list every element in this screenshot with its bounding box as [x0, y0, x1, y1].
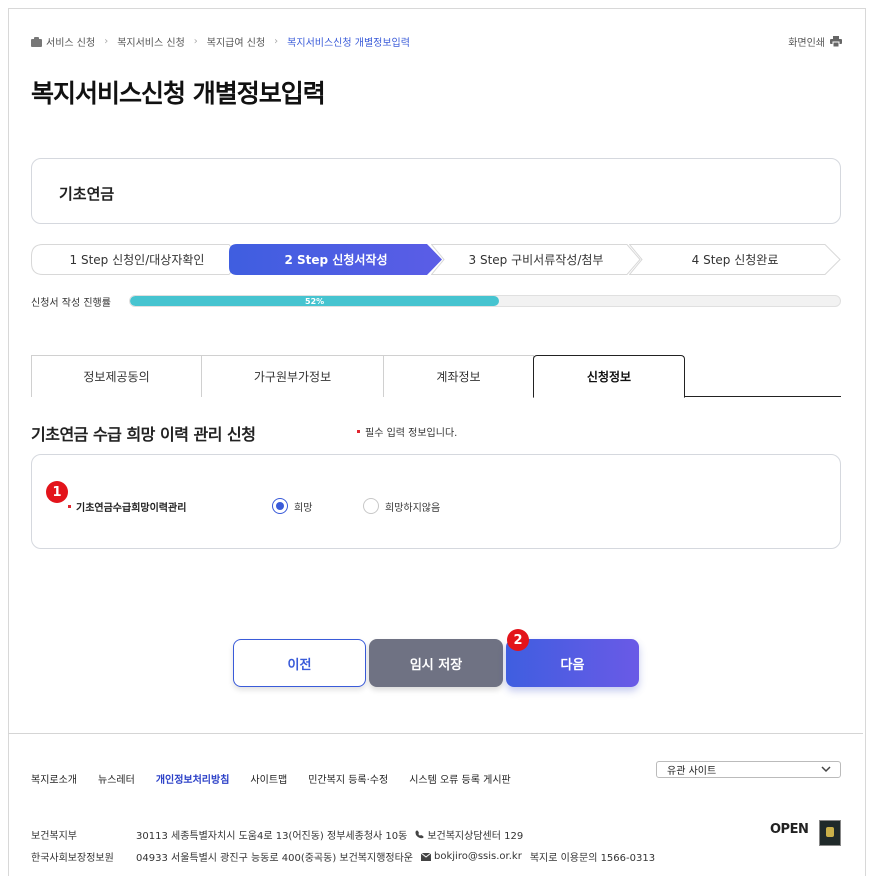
footer-contact: 보건복지상담센터 129: [427, 831, 524, 842]
page-title: 복지서비스신청 개별정보입력: [31, 79, 326, 108]
footer-info-row: 보건복지부 30113 세종특별자치시 도움4로 13(어진동) 정부세종청사 …: [31, 827, 523, 842]
breadcrumb-current: 복지서비스신청 개별정보입력: [287, 38, 410, 49]
tab-account-info[interactable]: 계좌정보: [383, 355, 534, 397]
breadcrumb-item[interactable]: 복지서비스 신청: [117, 34, 185, 49]
service-name-box: 기초연금: [31, 158, 841, 224]
temp-save-button[interactable]: 임시 저장: [369, 639, 503, 687]
radio-hope[interactable]: 희망: [272, 498, 312, 514]
footer-links: 복지로소개 뉴스레터 개인정보처리방침 사이트맵 민간복지 등록·수정 시스템 …: [31, 771, 532, 786]
prev-button[interactable]: 이전: [233, 639, 366, 687]
tab-bar: 정보제공동의 가구원부가정보 계좌정보 신청정보: [31, 355, 841, 398]
footer-link[interactable]: 시스템 오류 등록 게시판: [409, 771, 511, 786]
required-dot-icon: [68, 505, 71, 508]
radio-checked-icon[interactable]: [272, 498, 288, 514]
home-icon: [31, 36, 42, 47]
breadcrumb-item[interactable]: 서비스 신청: [46, 34, 95, 49]
footer-email[interactable]: bokjiro@ssis.or.kr: [434, 851, 522, 862]
mail-icon: [421, 852, 431, 861]
footer-link[interactable]: 뉴스레터: [98, 771, 135, 786]
annotation-badge-1: 1: [46, 481, 68, 503]
footer-info-row: 한국사회보장정보원 04933 서울특별시 광진구 능동로 400(중곡동) 보…: [31, 849, 655, 864]
required-note: 필수 입력 정보입니다.: [357, 424, 457, 439]
step-1: 1 Step 신청인/대상자확인: [31, 244, 243, 275]
service-name: 기초연금: [59, 185, 115, 203]
required-dot-icon: [357, 430, 360, 433]
print-label: 화면인쇄: [788, 38, 825, 49]
tab-household-info[interactable]: 가구원부가정보: [201, 355, 384, 397]
footer-divider: [8, 733, 863, 734]
open-logo: OPEN: [770, 822, 809, 837]
chevron-down-icon: [821, 766, 831, 773]
print-button[interactable]: 화면인쇄: [788, 34, 842, 49]
progress-label: 신청서 작성 진행률: [31, 298, 111, 309]
radio-unchecked-icon[interactable]: [363, 498, 379, 514]
footer-address: 04933 서울특별시 광진구 능동로 400(중곡동) 보건복지행정타운: [136, 853, 413, 864]
chevron-right-icon: ›: [274, 36, 279, 47]
footer-link[interactable]: 민간복지 등록·수정: [308, 771, 388, 786]
chevron-right-icon: ›: [104, 36, 109, 47]
emblem-icon: [819, 820, 841, 846]
section-title: 기초연금 수급 희망 이력 관리 신청: [31, 425, 256, 444]
footer-link-privacy[interactable]: 개인정보처리방침: [156, 771, 230, 786]
radio-no-hope[interactable]: 희망하지않음: [363, 498, 440, 514]
field-label: 기초연금수급희망이력관리: [68, 499, 186, 514]
step-4: 4 Step 신청완료: [629, 244, 841, 275]
footer-org: 한국사회보장정보원: [31, 853, 114, 864]
step-3: 3 Step 구비서류작성/첨부: [431, 244, 641, 275]
tab-info-consent[interactable]: 정보제공동의: [31, 355, 202, 397]
step-2: 2 Step 신청서작성: [229, 244, 443, 275]
footer-link[interactable]: 사이트맵: [250, 771, 287, 786]
related-site-select[interactable]: 유관 사이트: [656, 761, 841, 778]
breadcrumb: 서비스 신청 › 복지서비스 신청 › 복지급여 신청 › 복지서비스신청 개별…: [31, 34, 410, 49]
tab-application-info[interactable]: 신청정보: [533, 355, 685, 398]
progress-value: 52%: [305, 296, 325, 306]
footer-link[interactable]: 복지로소개: [31, 771, 77, 786]
footer-inquiry: 복지로 이용문의 1566-0313: [529, 853, 656, 864]
phone-icon: [415, 830, 424, 839]
step-indicator: 1 Step 신청인/대상자확인 2 Step 신청서작성 3 Step 구비서…: [31, 244, 841, 275]
form-box: 1 기초연금수급희망이력관리 희망 희망하지않음: [31, 454, 841, 549]
chevron-right-icon: ›: [193, 36, 198, 47]
printer-icon: [830, 36, 842, 47]
progress-bar: 52%: [129, 295, 841, 307]
breadcrumb-item[interactable]: 복지급여 신청: [207, 34, 265, 49]
footer-address: 30113 세종특별자치시 도움4로 13(어진동) 정부세종청사 10동: [136, 831, 408, 842]
footer-org: 보건복지부: [31, 831, 77, 842]
annotation-badge-2: 2: [507, 629, 529, 651]
